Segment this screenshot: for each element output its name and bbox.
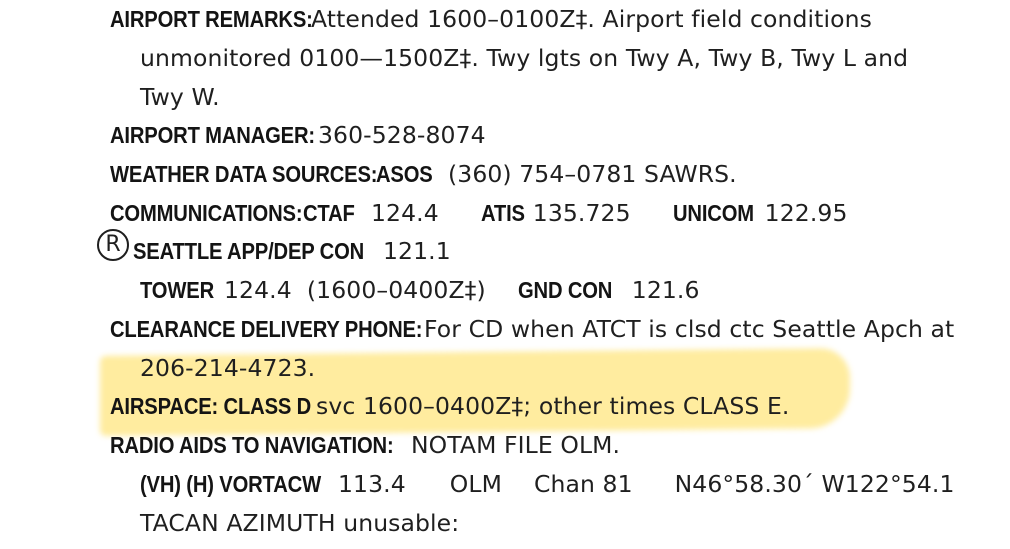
airport-remarks-line-2: unmonitored 0100—1500Z‡. Twy lgts on Twy… bbox=[140, 43, 908, 73]
clearance-delivery-line-1: CLEARANCE DELIVERY PHONE:For CD when ATC… bbox=[110, 314, 954, 344]
weather-data-sources-label: WEATHER DATA SOURCES: bbox=[110, 161, 378, 187]
app-dep-line: SEATTLE APP/DEP CON 121.1 bbox=[133, 236, 451, 266]
airspace-line: AIRSPACE: CLASS Dsvc 1600–0400Z‡; other … bbox=[110, 391, 789, 421]
vortac-label: (VH) (H) VORTACW bbox=[140, 471, 321, 497]
vortac-id: OLM bbox=[449, 470, 502, 498]
unicom-value: 122.95 bbox=[764, 199, 848, 227]
vortac-freq: 113.4 bbox=[338, 470, 406, 498]
tower-label: TOWER bbox=[140, 277, 215, 303]
asos-label: ASOS bbox=[376, 161, 433, 187]
tacan-azimuth-line: TACAN AZIMUTH unusable: bbox=[140, 508, 459, 538]
chart-supplement-page: AIRPORT REMARKS:Attended 1600–0100Z‡. Ai… bbox=[0, 0, 1010, 549]
clearance-delivery-text-1: For CD when ATCT is clsd ctc Seattle Apc… bbox=[424, 315, 955, 343]
app-dep-value: 121.1 bbox=[383, 237, 451, 265]
vortac-line: (VH) (H) VORTACW 113.4 OLM Chan 81 N46°58.30… bbox=[140, 469, 955, 499]
radio-aids-label: RADIO AIDS TO NAVIGATION: bbox=[110, 432, 394, 458]
vortac-coords: N46°58.30´ W122°54.1 bbox=[674, 470, 955, 498]
clearance-delivery-label: CLEARANCE DELIVERY PHONE: bbox=[110, 316, 423, 342]
atis-label: ATIS bbox=[480, 200, 525, 226]
clearance-delivery-line-2: 206-214-4723. bbox=[140, 353, 315, 383]
gnd-con-value: 121.6 bbox=[631, 276, 700, 304]
radio-aids-line: RADIO AIDS TO NAVIGATION: NOTAM FILE OLM. bbox=[110, 430, 620, 460]
airspace-text: svc 1600–0400Z‡; other times CLASS E. bbox=[316, 392, 790, 420]
weather-data-sources-line: WEATHER DATA SOURCES:ASOS (360) 754–0781 … bbox=[110, 159, 737, 189]
ctaf-value: 124.4 bbox=[371, 199, 439, 227]
airport-remarks-text-2: unmonitored 0100—1500Z‡. Twy lgts on Twy… bbox=[140, 44, 909, 72]
tower-value: 124.4 (1600–0400Z‡) bbox=[224, 276, 486, 304]
communications-line: COMMUNICATIONS:CTAF 124.4 ATIS 135.725 UNICO… bbox=[110, 198, 848, 228]
airport-manager-line: AIRPORT MANAGER: 360-528-8074 bbox=[110, 120, 486, 150]
airspace-label: AIRSPACE: CLASS D bbox=[110, 393, 312, 419]
airport-manager-label: AIRPORT MANAGER: bbox=[110, 122, 315, 148]
gnd-con-label: GND CON bbox=[517, 277, 613, 303]
airport-remarks-line-1: AIRPORT REMARKS:Attended 1600–0100Z‡. Ai… bbox=[110, 4, 872, 34]
weather-data-sources-value: (360) 754–0781 SAWRS. bbox=[448, 160, 737, 188]
airport-remarks-text-1: Attended 1600–0100Z‡. Airport field cond… bbox=[311, 5, 872, 33]
tacan-azimuth-note: TACAN AZIMUTH unusable: bbox=[140, 509, 460, 537]
radar-circle-r-icon: R bbox=[97, 229, 129, 261]
app-dep-label: SEATTLE APP/DEP CON bbox=[133, 238, 365, 264]
airport-manager-value: 360-528-8074 bbox=[318, 121, 486, 149]
communications-label: COMMUNICATIONS: bbox=[110, 200, 303, 226]
radio-aids-text: NOTAM FILE OLM. bbox=[411, 431, 621, 459]
airport-remarks-line-3: Twy W. bbox=[140, 82, 220, 112]
atis-value: 135.725 bbox=[532, 199, 631, 227]
airport-remarks-text-3: Twy W. bbox=[140, 83, 220, 111]
airport-remarks-label: AIRPORT REMARKS: bbox=[110, 6, 313, 32]
tower-line: TOWER 124.4 (1600–0400Z‡) GND CON 121.6 bbox=[140, 275, 700, 305]
ctaf-label: CTAF bbox=[303, 200, 355, 226]
vortac-chan: Chan 81 bbox=[533, 470, 633, 498]
unicom-label: UNICOM bbox=[672, 200, 754, 226]
clearance-delivery-text-2: 206-214-4723. bbox=[140, 354, 316, 382]
